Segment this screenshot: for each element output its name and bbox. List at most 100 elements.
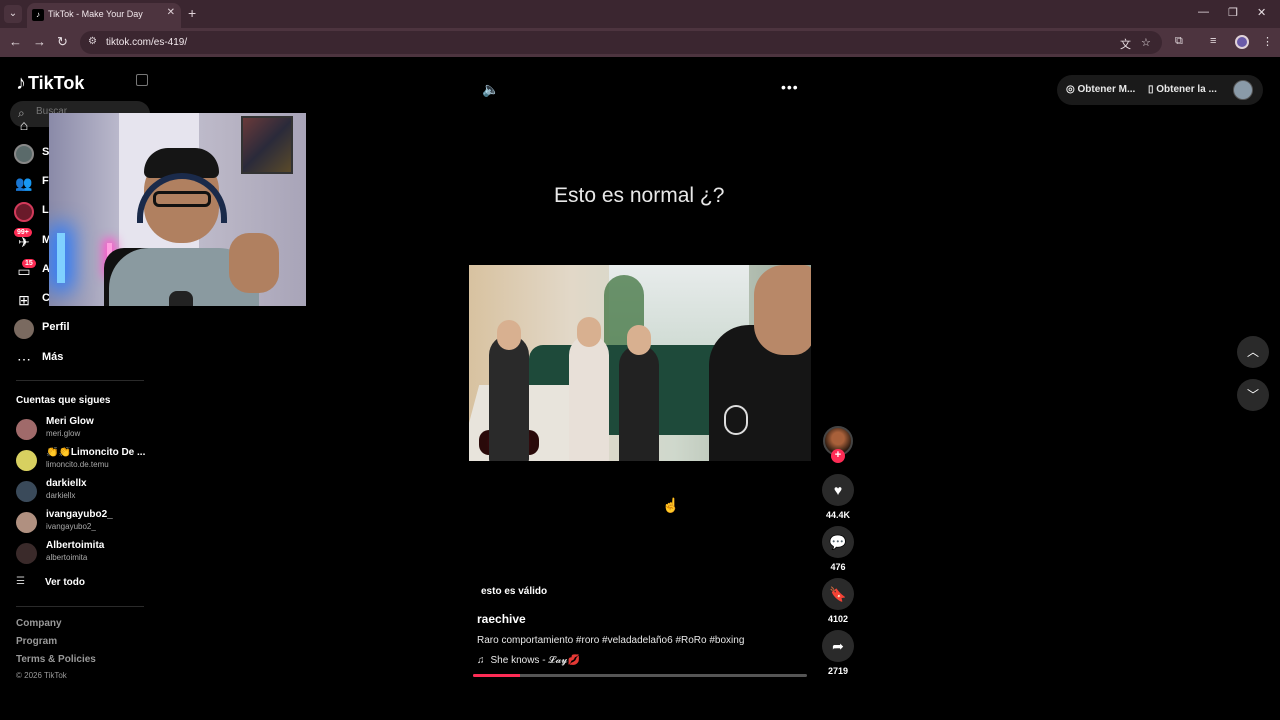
previous-video-button[interactable]: ︿ <box>1237 336 1269 368</box>
avatar <box>16 481 37 502</box>
video-progress-bar[interactable] <box>473 674 807 677</box>
following-account-0[interactable]: Meri Glow meri.glow <box>16 416 146 442</box>
avatar <box>16 419 37 440</box>
hand-cursor-icon: ☝ <box>662 497 680 513</box>
save-count: 4102 <box>827 614 849 624</box>
avatar-icon <box>14 144 34 164</box>
share-button[interactable]: ➦ <box>822 630 854 662</box>
new-tab-button[interactable]: + <box>188 5 196 21</box>
address-bar[interactable]: ⚙ tiktok.com/es-419/ 文 ☆ <box>80 31 1162 54</box>
restore-icon[interactable]: ❐ <box>1228 6 1238 19</box>
sidebar-divider <box>16 380 144 381</box>
browser-tab[interactable]: ♪ TikTok - Make Your Day ✕ <box>27 3 181 28</box>
tiktok-favicon-icon: ♪ <box>32 9 44 21</box>
video-author[interactable]: raechive <box>477 612 526 626</box>
share-icon: ➦ <box>832 638 844 654</box>
account-name: Albertoimita <box>46 540 105 551</box>
webcam-person-hand <box>229 233 279 293</box>
back-icon[interactable]: ← <box>9 34 22 49</box>
sidebar-item-more[interactable]: ⋯ Más <box>14 347 144 371</box>
get-app-label: Obtener la ... <box>1156 84 1217 95</box>
translate-icon[interactable]: 文 <box>1120 36 1131 52</box>
forward-icon[interactable]: → <box>33 34 46 49</box>
webcam-poster <box>241 116 293 174</box>
next-video-button[interactable]: ﹀ <box>1237 379 1269 411</box>
following-account-1[interactable]: 👏👏Limoncito De ... limoncito.de.temu <box>16 447 146 473</box>
volume-icon[interactable]: 🔈 <box>482 81 499 98</box>
activity-badge: 15 <box>22 259 36 268</box>
video-progress-fill <box>473 674 520 677</box>
footer-link-program[interactable]: Program <box>16 636 57 647</box>
home-icon: ⌂ <box>19 117 29 133</box>
video-description[interactable]: Raro comportamiento #roro #veladadelaño6… <box>477 635 744 646</box>
video-music[interactable]: ♫ She knows - 𝓛𝓪𝔂💋 <box>477 655 580 666</box>
follow-plus-button[interactable]: + <box>831 449 845 463</box>
tab-title: TikTok - Make Your Day <box>48 9 143 19</box>
browser-tab-bar: ⌄ ♪ TikTok - Make Your Day ✕ + — ❐ ✕ <box>0 0 1280 28</box>
media-control-icon[interactable]: ≡ <box>1210 35 1216 47</box>
get-coins-button[interactable]: ◎ Obtener M... <box>1066 84 1135 95</box>
video-player[interactable] <box>469 265 811 461</box>
bookmark-star-icon[interactable]: ☆ <box>1141 36 1151 49</box>
like-button[interactable]: ♥ <box>822 474 854 506</box>
account-name: darkiellx <box>46 478 87 489</box>
footer-link-company[interactable]: Company <box>16 618 62 629</box>
messages-badge: 99+ <box>14 228 32 237</box>
following-account-4[interactable]: Albertoimita albertoimita <box>16 540 146 566</box>
get-app-button[interactable]: ▯ Obtener la ... <box>1148 84 1217 95</box>
avatar <box>16 450 37 471</box>
collapse-sidebar-icon[interactable] <box>136 74 148 86</box>
site-info-icon[interactable]: ⚙ <box>88 36 97 47</box>
video-caption: esto es válido <box>481 586 548 597</box>
tab-search-icon[interactable]: ⌄ <box>4 5 22 23</box>
url-text[interactable]: tiktok.com/es-419/ <box>106 37 187 48</box>
reload-icon[interactable]: ↻ <box>57 34 68 50</box>
browser-profile-avatar[interactable] <box>1235 35 1249 49</box>
browser-menu-icon[interactable]: ⋮ <box>1262 35 1273 48</box>
comment-icon: 💬 <box>829 534 847 550</box>
copyright-text: © 2026 TikTok <box>16 671 67 680</box>
video-person-head <box>497 320 521 350</box>
video-man-head <box>754 265 811 355</box>
see-all-label: Ver todo <box>45 577 86 588</box>
extensions-icon[interactable]: ⧉ <box>1175 35 1183 48</box>
more-icon: ⋯ <box>17 351 31 367</box>
top-right-actions: ◎ Obtener M... ▯ Obtener la ... <box>1057 75 1263 105</box>
shirt-logo-icon <box>724 405 748 435</box>
tiktok-logo[interactable]: ♪ TikTok <box>16 72 84 95</box>
close-window-icon[interactable]: ✕ <box>1257 6 1266 19</box>
comment-button[interactable]: 💬 <box>822 526 854 558</box>
save-button[interactable]: 🔖 <box>822 578 854 610</box>
following-account-2[interactable]: darkiellx darkiellx <box>16 478 146 504</box>
friends-icon: 👥 <box>15 175 33 191</box>
music-title: She knows - 𝓛𝓪𝔂💋 <box>490 655 581 666</box>
chevron-up-icon: ︿ <box>1246 345 1259 359</box>
bookmark-icon: 🔖 <box>829 586 847 602</box>
comment-count: 476 <box>830 562 846 572</box>
video-person <box>489 335 529 461</box>
following-section-title: Cuentas que sigues <box>16 395 111 406</box>
account-handle: darkiellx <box>46 491 76 500</box>
get-coins-label: Obtener M... <box>1077 84 1136 95</box>
profile-icon <box>14 319 34 339</box>
glasses-icon <box>153 191 211 207</box>
video-person-head <box>577 317 601 347</box>
share-count: 2719 <box>827 666 849 676</box>
sidebar-item-profile[interactable]: Perfil <box>14 317 144 341</box>
browser-toolbar: ← → ↻ ⚙ tiktok.com/es-419/ 文 ☆ ⧉ ≡ ⋮ <box>0 28 1280 57</box>
more-options-icon[interactable]: ••• <box>781 79 799 95</box>
live-icon <box>14 202 34 222</box>
webcam-overlay <box>49 113 306 306</box>
following-account-3[interactable]: ivangayubo2_ ivangayubo2_ <box>16 509 146 535</box>
like-count: 44.4K <box>825 510 851 520</box>
tab-close-icon[interactable]: ✕ <box>167 7 175 18</box>
footer-link-terms[interactable]: Terms & Policies <box>16 654 96 665</box>
minimize-icon[interactable]: — <box>1198 6 1209 18</box>
account-name: Meri Glow <box>46 416 94 427</box>
tiktok-note-icon: ♪ <box>16 72 26 94</box>
webcam-led-light <box>57 233 65 283</box>
sidebar-item-label: Perfil <box>42 321 70 333</box>
logo-text: TikTok <box>28 73 85 93</box>
list-icon: ☰ <box>16 576 25 587</box>
user-avatar[interactable] <box>1233 80 1253 100</box>
